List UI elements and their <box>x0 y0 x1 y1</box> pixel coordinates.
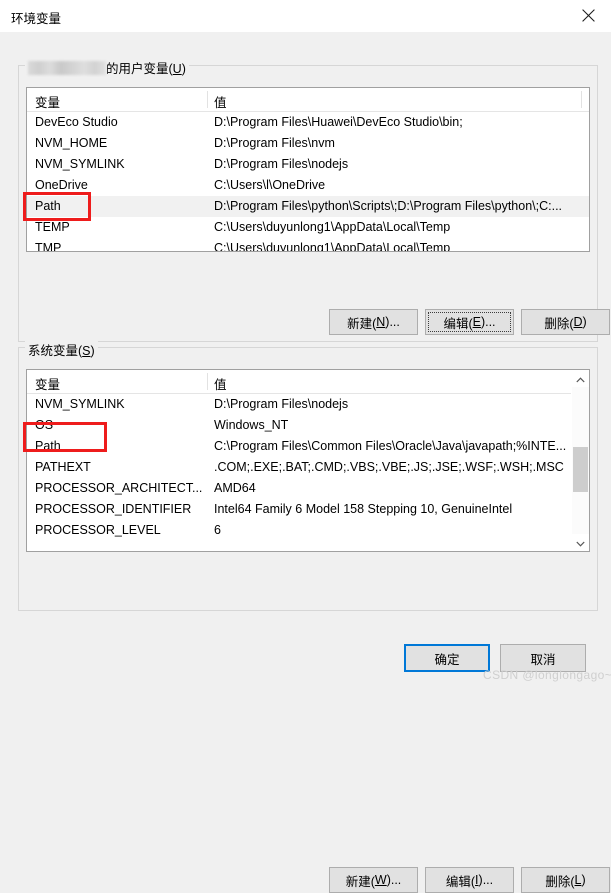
system-variables-list-header: 变量 值 <box>27 370 589 394</box>
system-list-scrollbar[interactable] <box>571 370 589 551</box>
system-variable-name: PROCESSOR_ARCHITECT... <box>35 481 203 495</box>
system-variable-value: Windows_NT <box>214 418 289 432</box>
close-button[interactable] <box>565 0 611 31</box>
user-variable-name: TEMP <box>35 220 70 234</box>
user-variable-name: OneDrive <box>35 178 88 192</box>
user-edit-button[interactable]: 编辑(E)... <box>425 309 514 335</box>
system-variables-group: 系统变量(S) 变量 值 NVM_SYMLINK D:\Program Files… <box>18 340 610 893</box>
user-variables-list-header: 变量 值 <box>27 88 589 112</box>
column-divider-1[interactable] <box>207 91 208 108</box>
table-row[interactable]: PROCESSOR_IDENTIFIER Intel64 Family 6 Mod… <box>27 499 589 520</box>
system-variable-name: PROCESSOR_LEVEL <box>35 523 161 537</box>
user-variable-value: D:\Program Files\nodejs <box>214 157 349 171</box>
user-variables-group: 的用户变量(U) 变量 值 DevEco Studio D:\Program Fi… <box>18 58 610 342</box>
column-divider-2[interactable] <box>581 91 582 108</box>
system-variable-value: .COM;.EXE;.BAT;.CMD;.VBS;.VBE;.JS;.JSE;.… <box>214 460 564 474</box>
system-new-button[interactable]: 新建(W)... <box>329 867 418 893</box>
user-variable-value: D:\Program Files\nvm <box>214 136 335 150</box>
user-variable-value: C:\Users\duyunlong1\AppData\Local\Temp <box>214 220 451 234</box>
system-variable-name: OS <box>35 418 54 432</box>
table-row[interactable]: TEMP C:\Users\duyunlong1\AppData\Local\Te… <box>27 217 589 238</box>
column-header-value[interactable]: 值 <box>214 374 227 393</box>
close-icon <box>581 9 595 22</box>
user-variables-group-label: 的用户变量(U) <box>25 58 189 77</box>
table-row[interactable]: NVM_SYMLINK D:\Program Files\nodejs <box>27 154 589 175</box>
chevron-down-icon <box>576 536 585 550</box>
column-divider-1[interactable] <box>207 373 208 390</box>
table-row[interactable]: PROCESSOR_ARCHITECT... AMD64 <box>27 478 589 499</box>
window-title: 环境变量 <box>11 12 62 26</box>
system-variable-name: NVM_SYMLINK <box>35 397 125 411</box>
system-variables-rows: NVM_SYMLINK D:\Program Files\nodejs OS Wind… <box>27 394 589 541</box>
user-variable-name: DevEco Studio <box>35 115 118 129</box>
table-row[interactable]: OS Windows_NT <box>27 415 589 436</box>
user-variable-value: D:\Program Files\Huawei\DevEco Studio\bi… <box>214 115 463 129</box>
system-variable-value: 6 <box>214 523 221 537</box>
system-delete-button[interactable]: 删除(L) <box>521 867 610 893</box>
user-variable-value: D:\Program Files\python\Scripts\;D:\Prog… <box>214 199 563 213</box>
title-bar: 环境变量 <box>0 0 611 33</box>
scroll-up-button[interactable] <box>572 370 589 387</box>
table-row[interactable]: NVM_SYMLINK D:\Program Files\nodejs <box>27 394 589 415</box>
scrollbar-track[interactable] <box>572 387 589 534</box>
table-row[interactable]: TMP C:\Users\duyunlong1\AppData\Local\Tem… <box>27 238 589 252</box>
system-variables-group-label-text: 系统变量(S) <box>28 344 95 358</box>
system-variable-name: PATHEXT <box>35 460 91 474</box>
scroll-down-button[interactable] <box>572 534 589 551</box>
system-variable-value: C:\Program Files\Common Files\Oracle\Jav… <box>214 439 567 453</box>
column-header-value[interactable]: 值 <box>214 92 227 111</box>
system-variable-name: Path <box>35 439 61 453</box>
column-header-variable[interactable]: 变量 <box>35 92 60 111</box>
system-variable-value: Intel64 Family 6 Model 158 Stepping 10, … <box>214 502 513 516</box>
system-variable-name: PROCESSOR_IDENTIFIER <box>35 502 192 516</box>
system-edit-button[interactable]: 编辑(I)... <box>425 867 514 893</box>
watermark: CSDN @longlongago~~~ <box>483 668 611 682</box>
system-variables-group-label: 系统变量(S) <box>25 340 98 359</box>
user-variable-value: C:\Users\l\OneDrive <box>214 178 326 192</box>
table-row[interactable]: PATHEXT .COM;.EXE;.BAT;.CMD;.VBS;.VBE;.JS… <box>27 457 589 478</box>
system-variable-value: AMD64 <box>214 481 256 495</box>
table-row[interactable]: Path D:\Program Files\python\Scripts\;D:\… <box>27 196 589 217</box>
ok-button[interactable]: 确定 <box>404 644 490 672</box>
user-variable-name: NVM_SYMLINK <box>35 157 125 171</box>
user-new-button[interactable]: 新建(N)... <box>329 309 418 335</box>
user-variable-name: Path <box>35 199 61 213</box>
user-variables-group-label-text: 的用户变量(U) <box>106 62 186 76</box>
user-variables-list[interactable]: 变量 值 DevEco Studio D:\Program Files\Huawe… <box>26 87 590 252</box>
system-variable-value: D:\Program Files\nodejs <box>214 397 349 411</box>
dialog-body: 的用户变量(U) 变量 值 DevEco Studio D:\Program Fi… <box>0 32 611 893</box>
chevron-up-icon <box>576 372 585 386</box>
table-row[interactable]: OneDrive C:\Users\l\OneDrive <box>27 175 589 196</box>
table-row[interactable]: PROCESSOR_LEVEL 6 <box>27 520 589 541</box>
redacted-username-blur <box>28 60 106 75</box>
column-header-variable[interactable]: 变量 <box>35 374 60 393</box>
user-variable-value: C:\Users\duyunlong1\AppData\Local\Temp <box>214 241 451 252</box>
table-row[interactable]: DevEco Studio D:\Program Files\Huawei\Dev… <box>27 112 589 133</box>
user-variable-name: TMP <box>35 241 62 252</box>
user-delete-button[interactable]: 删除(D) <box>521 309 610 335</box>
scrollbar-thumb[interactable] <box>573 447 588 492</box>
system-variables-list[interactable]: 变量 值 NVM_SYMLINK D:\Program Files\nodejs O… <box>26 369 590 552</box>
table-row[interactable]: NVM_HOME D:\Program Files\nvm <box>27 133 589 154</box>
user-variables-rows: DevEco Studio D:\Program Files\Huawei\Dev… <box>27 112 589 252</box>
user-variable-name: NVM_HOME <box>35 136 108 150</box>
table-row[interactable]: Path C:\Program Files\Common Files\Oracle… <box>27 436 589 457</box>
